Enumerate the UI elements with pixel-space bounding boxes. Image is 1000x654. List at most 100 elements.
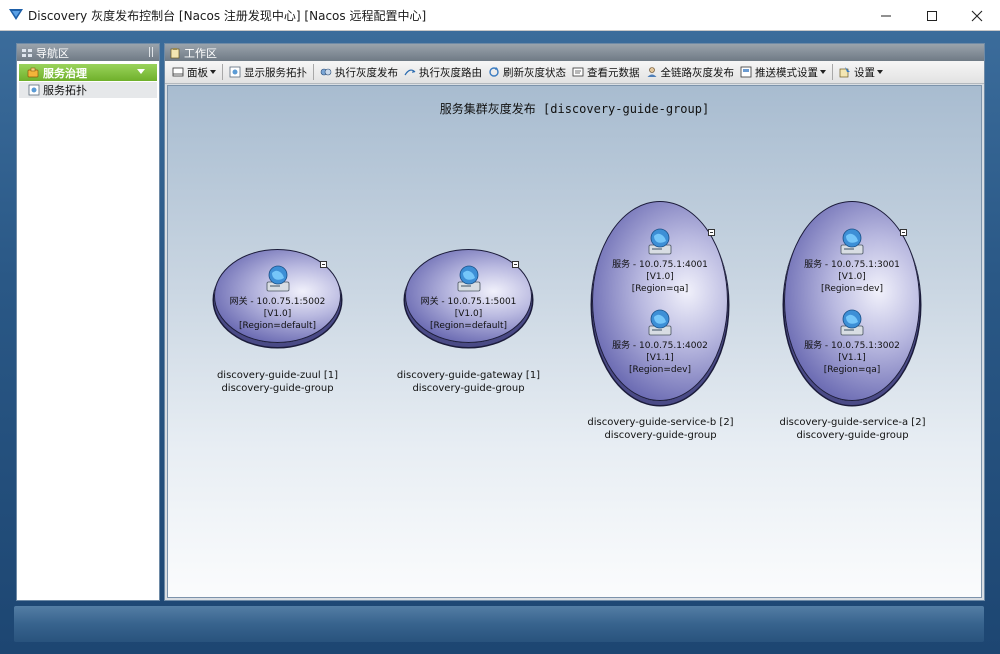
minimize-icon [881, 15, 891, 16]
service-region: [Region=qa] [823, 365, 881, 375]
toolbar-label: 推送模式设置 [755, 66, 818, 79]
service-governance-icon [27, 67, 39, 77]
cluster-label: discovery-guide-zuul [1] discovery-guide… [187, 369, 368, 395]
service-address: 网关 - 10.0.75.1:5001 [420, 297, 517, 307]
service-region: [Region=dev] [629, 365, 691, 375]
nav-section-service-governance[interactable]: 服务治理 [19, 64, 157, 81]
dropdown-arrow-icon [877, 70, 883, 74]
toolbar-settings-button[interactable]: 设置 [836, 63, 886, 82]
service-version: [V1.0] [454, 309, 483, 319]
window-title-bar: Discovery 灰度发布控制台 [Nacos 注册发现中心] [Nacos … [0, 0, 1000, 31]
cluster-label: discovery-guide-gateway [1] discovery-gu… [378, 369, 559, 395]
work-panel-header: 工作区 [165, 44, 984, 61]
pin-icon[interactable] [149, 47, 153, 57]
toolbar-push-mode-button[interactable]: 推送模式设置 [737, 63, 829, 82]
minimize-button[interactable] [863, 0, 909, 31]
clipboard-icon [170, 47, 180, 58]
push-icon [740, 66, 752, 78]
maximize-icon [927, 10, 937, 21]
nav-section-label: 服务治理 [43, 66, 87, 80]
cluster-group: discovery-guide-group [221, 383, 334, 394]
toolbar-refresh-status-button[interactable]: 刷新灰度状态 [485, 63, 569, 82]
cluster-name: discovery-guide-service-a [2] [779, 417, 926, 428]
window-title: Discovery 灰度发布控制台 [Nacos 注册发现中心] [Nacos … [28, 9, 427, 23]
service-node[interactable]: 服务 - 10.0.75.1:3001 [V1.0] [Region=dev] [792, 227, 912, 295]
cluster-name: discovery-guide-zuul [1] [216, 370, 339, 381]
service-node[interactable]: 服务 - 10.0.75.1:3002 [V1.1] [Region=qa] [792, 308, 912, 376]
dropdown-arrow-icon [210, 70, 216, 74]
refresh-icon [489, 67, 499, 77]
service-node[interactable]: 网关 - 10.0.75.1:5001 [V1.0] [Region=defau… [408, 264, 529, 332]
toolbar-divider [832, 64, 833, 80]
service-address: 服务 - 10.0.75.1:4001 [612, 260, 708, 270]
cluster-group: discovery-guide-group [796, 430, 909, 441]
cluster-group: discovery-guide-group [604, 430, 717, 441]
close-button[interactable] [954, 0, 1000, 31]
toolbar-label: 查看元数据 [587, 66, 640, 79]
toolbar-label: 显示服务拓扑 [244, 66, 307, 79]
service-address: 网关 - 10.0.75.1:5002 [229, 297, 326, 307]
navigation-panel: 导航区 服务治理 服务拓扑 [16, 43, 160, 601]
toolbar-divider [222, 64, 223, 80]
cluster-name: discovery-guide-service-b [2] [587, 417, 734, 428]
work-panel-title: 工作区 [184, 46, 217, 60]
cluster-label: discovery-guide-service-b [2] discovery-… [570, 416, 751, 442]
server-globe-icon [840, 228, 864, 255]
nav-item-service-topology[interactable]: 服务拓扑 [19, 82, 157, 98]
chevron-down-icon[interactable] [137, 69, 145, 74]
settings-icon [839, 67, 850, 78]
canvas-title: 服务集群灰度发布 [discovery-guide-group] [439, 102, 710, 116]
cluster-label: discovery-guide-service-a [2] discovery-… [762, 416, 943, 442]
nav-panel-header[interactable]: 导航区 [17, 44, 159, 61]
app-logo-icon [9, 9, 23, 20]
dropdown-arrow-icon [820, 70, 826, 74]
toolbar-divider [313, 64, 314, 80]
service-address: 服务 - 10.0.75.1:3002 [804, 341, 900, 351]
server-globe-icon [457, 265, 480, 292]
status-area [14, 606, 984, 642]
route-icon [404, 69, 416, 76]
toolbar-show-topology-button[interactable]: 显示服务拓扑 [226, 63, 310, 82]
toolbar-label: 刷新灰度状态 [503, 66, 566, 79]
service-version: [V1.1] [838, 353, 866, 363]
toolbar-label: 执行灰度发布 [335, 66, 398, 79]
toolbar: 面板 显示服务拓扑 执行灰度发布 执行灰度路由 刷新灰度状态 查看元数据 全链路… [165, 61, 984, 84]
service-node[interactable]: 网关 - 10.0.75.1:5002 [V1.0] [Region=defau… [217, 264, 338, 332]
server-globe-icon [266, 265, 289, 292]
toolbar-execute-route-button[interactable]: 执行灰度路由 [401, 63, 485, 82]
toolbar-execute-release-button[interactable]: 执行灰度发布 [317, 63, 401, 82]
nav-grid-icon [22, 48, 32, 57]
work-panel: 工作区 面板 显示服务拓扑 执行灰度发布 执行灰度路由 刷新灰度状态 查看元数据 [164, 43, 985, 601]
service-node[interactable]: 服务 - 10.0.75.1:4001 [V1.0] [Region=qa] [600, 227, 720, 295]
toolbar-full-link-release-button[interactable]: 全链路灰度发布 [643, 63, 738, 82]
nav-panel-title: 导航区 [36, 46, 69, 60]
metadata-icon [572, 67, 584, 77]
service-address: 服务 - 10.0.75.1:3001 [804, 260, 900, 270]
panel-icon [172, 67, 184, 77]
service-version: [V1.0] [263, 309, 292, 319]
toolbar-label: 面板 [187, 66, 208, 79]
topology-icon [28, 84, 40, 96]
topology-icon [229, 66, 241, 78]
maximize-button[interactable] [909, 0, 955, 31]
service-node[interactable]: 服务 - 10.0.75.1:4002 [V1.1] [Region=dev] [600, 308, 720, 376]
toolbar-label: 执行灰度路由 [419, 66, 482, 79]
server-globe-icon [648, 228, 672, 255]
close-icon [971, 10, 983, 21]
toolbar-label: 设置 [854, 66, 875, 79]
service-address: 服务 - 10.0.75.1:4002 [612, 341, 708, 351]
toolbar-panel-button[interactable]: 面板 [169, 63, 219, 82]
toolbar-view-metadata-button[interactable]: 查看元数据 [569, 63, 643, 82]
service-region: [Region=qa] [631, 284, 689, 294]
full-link-icon [647, 67, 656, 77]
release-icon [320, 68, 332, 76]
cluster-name: discovery-guide-gateway [1] [396, 370, 541, 381]
server-globe-icon [840, 309, 864, 336]
service-region: [Region=dev] [821, 284, 883, 294]
service-region: [Region=default] [429, 321, 508, 331]
topology-canvas[interactable]: 服务集群灰度发布 [discovery-guide-group] 网关 - 10… [167, 85, 982, 598]
service-region: [Region=default] [238, 321, 317, 331]
toolbar-label: 全链路灰度发布 [660, 66, 735, 79]
nav-item-label: 服务拓扑 [43, 84, 87, 97]
server-globe-icon [648, 309, 672, 336]
